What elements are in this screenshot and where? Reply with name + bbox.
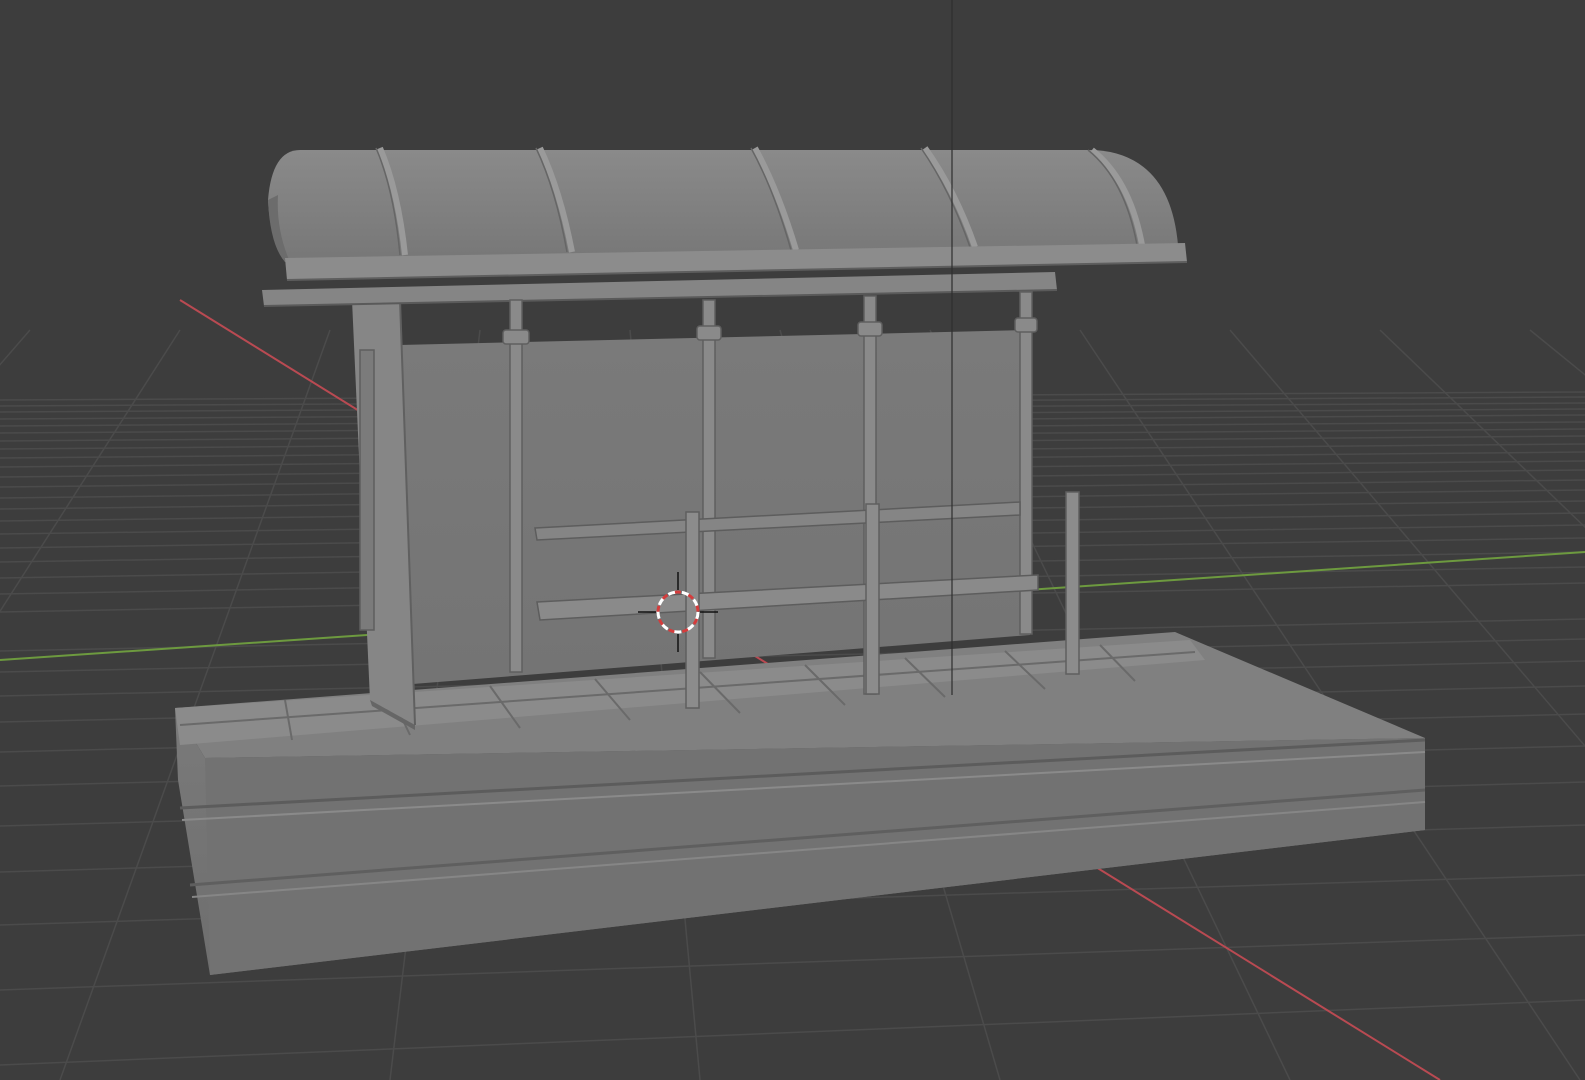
3d-viewport[interactable] [0, 0, 1585, 1080]
viewport-canvas[interactable] [0, 0, 1585, 1080]
